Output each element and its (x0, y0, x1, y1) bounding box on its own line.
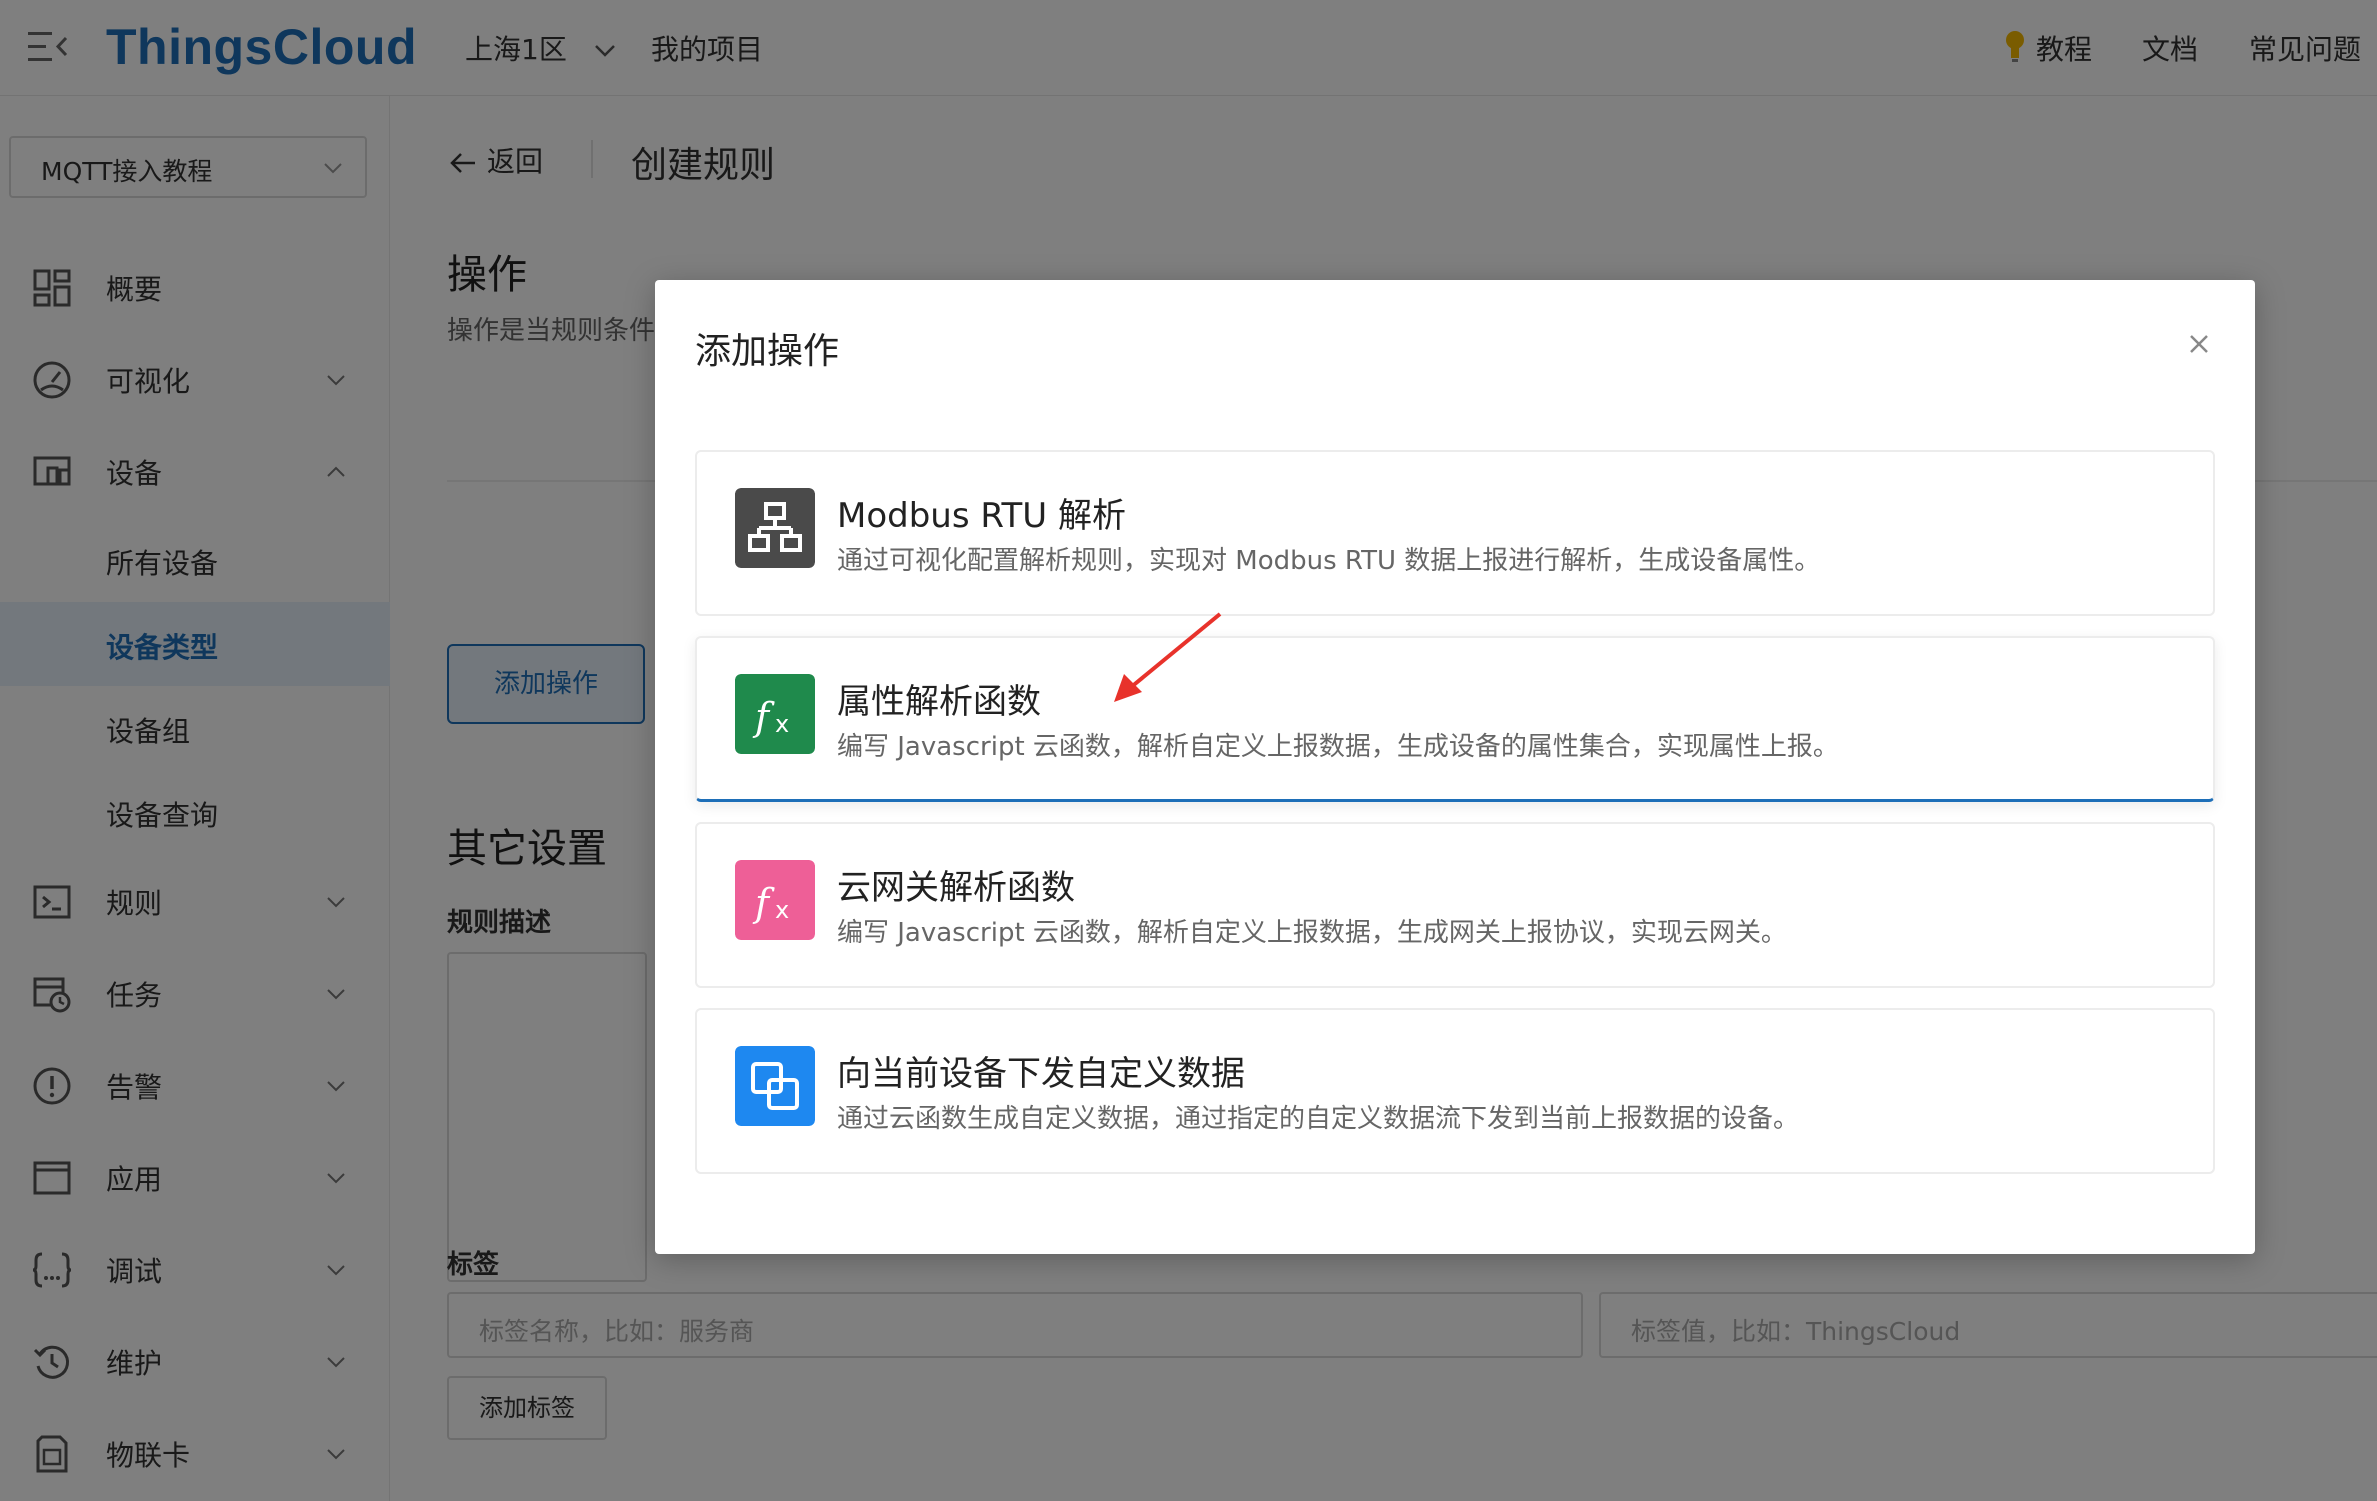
copy-icon (735, 1046, 815, 1126)
option-title: 向当前设备下发自定义数据 (837, 1054, 1245, 1094)
close-icon[interactable] (2185, 330, 2213, 358)
svg-text:x: x (775, 710, 789, 738)
option-property-parse-function[interactable]: f x 属性解析函数 编写 Javascript 云函数，解析自定义上报数据，生… (695, 636, 2215, 802)
option-description: 通过可视化配置解析规则，实现对 Modbus RTU 数据上报进行解析，生成设备… (837, 546, 1821, 576)
option-cloud-gateway-function[interactable]: f x 云网关解析函数 编写 Javascript 云函数，解析自定义上报数据，… (695, 822, 2215, 988)
function-icon: f x (735, 674, 815, 754)
option-title: Modbus RTU 解析 (837, 496, 1126, 536)
network-icon (735, 488, 815, 568)
annotation-arrow-icon (1114, 612, 1222, 702)
dialog-title: 添加操作 (695, 331, 840, 372)
function-icon: f x (735, 860, 815, 940)
option-description: 编写 Javascript 云函数，解析自定义上报数据，生成设备的属性集合，实现… (837, 732, 1839, 762)
option-description: 通过云函数生成自定义数据，通过指定的自定义数据流下发到当前上报数据的设备。 (837, 1104, 1800, 1134)
option-send-custom-data[interactable]: 向当前设备下发自定义数据 通过云函数生成自定义数据，通过指定的自定义数据流下发到… (695, 1008, 2215, 1174)
option-title: 云网关解析函数 (837, 868, 1075, 908)
option-title: 属性解析函数 (837, 682, 1041, 722)
option-description: 编写 Javascript 云函数，解析自定义上报数据，生成网关上报协议，实现云… (837, 918, 1787, 948)
option-modbus-rtu[interactable]: Modbus RTU 解析 通过可视化配置解析规则，实现对 Modbus RTU… (695, 450, 2215, 616)
svg-text:x: x (775, 896, 789, 924)
add-operation-dialog: 添加操作 Modbus RTU 解析 通过可视化配置解析规则，实现对 Modbu… (655, 280, 2255, 1254)
